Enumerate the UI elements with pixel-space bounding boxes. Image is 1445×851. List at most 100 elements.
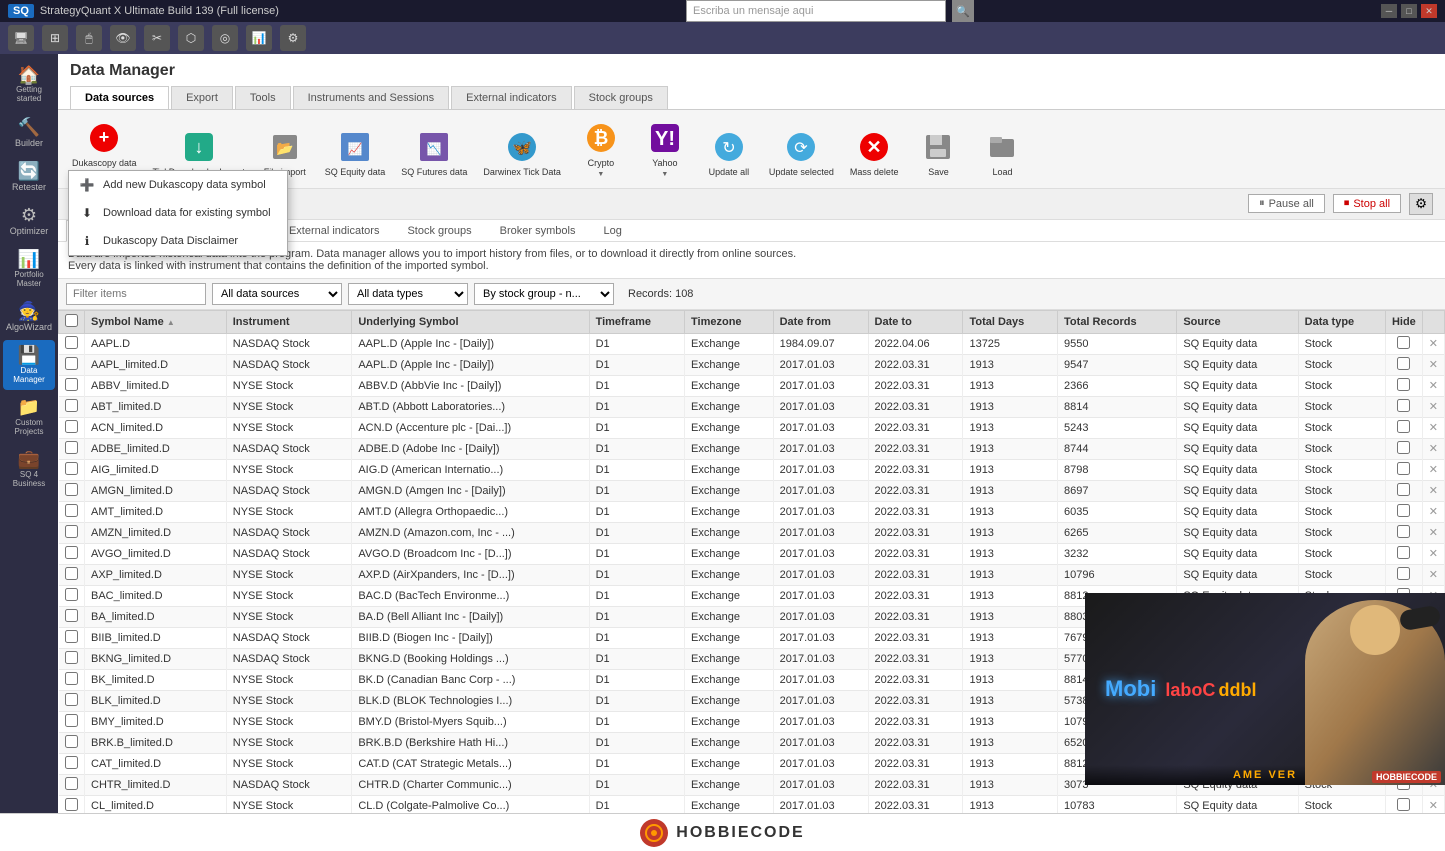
sq-futures-button[interactable]: 📉 SQ Futures data [395,125,473,182]
cell-hide[interactable] [1385,375,1422,396]
tab-stock-groups[interactable]: Stock groups [574,86,668,109]
hide-checkbox[interactable] [1397,525,1410,538]
row-checkbox-cell[interactable] [59,396,85,417]
group-filter[interactable]: By stock group - n... [474,283,614,305]
row-checkbox[interactable] [65,609,78,622]
row-checkbox[interactable] [65,420,78,433]
sidebar-item-sq4-business[interactable]: 💼 SQ 4 Business [3,444,55,494]
toolbar-icon-eye[interactable]: 👁 [110,25,136,51]
filter-input[interactable] [66,283,206,305]
cell-hide[interactable] [1385,354,1422,375]
cell-hide[interactable] [1385,564,1422,585]
sub-tab-external-indicators[interactable]: External indicators [276,220,393,241]
crypto-button[interactable]: ₿ Crypto ▼ [571,116,631,182]
tab-instruments-sessions[interactable]: Instruments and Sessions [293,86,450,109]
cell-delete[interactable]: ✕ [1422,564,1444,585]
dropdown-disclaimer[interactable]: ℹ Dukascopy Data Disclaimer [69,227,287,255]
row-checkbox-cell[interactable] [59,375,85,396]
row-checkbox[interactable] [65,777,78,790]
row-checkbox[interactable] [65,630,78,643]
row-checkbox[interactable] [65,399,78,412]
pause-all-button[interactable]: ⏸ Pause all [1248,194,1325,213]
sidebar-item-custom-projects[interactable]: 📁 Custom Projects [3,392,55,442]
stop-all-button[interactable]: ⏹ Stop all [1333,194,1401,213]
sidebar-item-portfolio-master[interactable]: 📊 Portfolio Master [3,244,55,294]
dropdown-download-existing[interactable]: ⬇ Download data for existing symbol [69,199,287,227]
hide-checkbox[interactable] [1397,546,1410,559]
header-timezone[interactable]: Timezone [685,310,774,333]
cell-delete[interactable]: ✕ [1422,417,1444,438]
hide-checkbox[interactable] [1397,462,1410,475]
sub-tab-broker-symbols[interactable]: Broker symbols [487,220,589,241]
hide-checkbox[interactable] [1397,798,1410,811]
cell-delete[interactable]: ✕ [1422,333,1444,354]
row-checkbox-cell[interactable] [59,354,85,375]
update-selected-button[interactable]: ⟳ Update selected [763,125,840,182]
hide-checkbox[interactable] [1397,399,1410,412]
row-checkbox[interactable] [65,441,78,454]
cell-delete[interactable]: ✕ [1422,501,1444,522]
data-type-filter[interactable]: All data types [348,283,468,305]
cell-delete[interactable]: ✕ [1422,354,1444,375]
header-date-from[interactable]: Date from [773,310,868,333]
hide-checkbox[interactable] [1397,357,1410,370]
toolbar-icon-copy[interactable]: ⊞ [42,25,68,51]
row-checkbox[interactable] [65,483,78,496]
row-checkbox-cell[interactable] [59,459,85,480]
row-checkbox[interactable] [65,525,78,538]
row-checkbox-cell[interactable] [59,774,85,795]
toolbar-icon-target[interactable]: ◎ [212,25,238,51]
row-checkbox-cell[interactable] [59,711,85,732]
row-checkbox-cell[interactable] [59,669,85,690]
toolbar-icon-monitor[interactable]: 🖥 [8,25,34,51]
search-submit-icon[interactable]: 🔍 [952,0,974,22]
cell-hide[interactable] [1385,417,1422,438]
maximize-button[interactable]: □ [1401,4,1417,18]
row-checkbox-cell[interactable] [59,522,85,543]
cell-hide[interactable] [1385,501,1422,522]
row-checkbox-cell[interactable] [59,480,85,501]
sub-tab-log[interactable]: Log [590,220,634,241]
row-checkbox[interactable] [65,798,78,811]
row-checkbox[interactable] [65,378,78,391]
row-checkbox[interactable] [65,336,78,349]
toolbar-icon-network[interactable]: ⬡ [178,25,204,51]
tab-external-indicators[interactable]: External indicators [451,86,572,109]
sidebar-item-data-manager[interactable]: 💾 Data Manager [3,340,55,390]
cell-delete[interactable]: ✕ [1422,795,1444,813]
row-checkbox[interactable] [65,735,78,748]
toolbar-icon-desktop[interactable]: 🖱 [76,25,102,51]
row-checkbox[interactable] [65,651,78,664]
row-checkbox-cell[interactable] [59,333,85,354]
close-button[interactable]: ✕ [1421,4,1437,18]
row-checkbox-cell[interactable] [59,585,85,606]
cell-delete[interactable]: ✕ [1422,480,1444,501]
header-total-days[interactable]: Total Days [963,310,1058,333]
row-checkbox-cell[interactable] [59,438,85,459]
hide-checkbox[interactable] [1397,483,1410,496]
row-checkbox[interactable] [65,672,78,685]
update-all-button[interactable]: ↻ Update all [699,125,759,182]
sq-equity-button[interactable]: 📈 SQ Equity data [319,125,392,182]
row-checkbox[interactable] [65,504,78,517]
cell-hide[interactable] [1385,459,1422,480]
cell-delete[interactable]: ✕ [1422,396,1444,417]
row-checkbox-cell[interactable] [59,648,85,669]
hide-checkbox[interactable] [1397,441,1410,454]
dropdown-add-new[interactable]: ➕ Add new Dukascopy data symbol [69,171,287,199]
sidebar-item-retester[interactable]: 🔄 Retester [3,156,55,198]
cell-hide[interactable] [1385,795,1422,813]
tab-tools[interactable]: Tools [235,86,291,109]
cell-delete[interactable]: ✕ [1422,522,1444,543]
hide-checkbox[interactable] [1397,567,1410,580]
tab-export[interactable]: Export [171,86,233,109]
select-all-checkbox[interactable] [65,314,78,327]
header-underlying[interactable]: Underlying Symbol [352,310,589,333]
row-checkbox[interactable] [65,693,78,706]
row-checkbox-cell[interactable] [59,501,85,522]
row-checkbox-cell[interactable] [59,417,85,438]
header-total-records[interactable]: Total Records [1058,310,1177,333]
hide-checkbox[interactable] [1397,504,1410,517]
data-source-filter[interactable]: All data sources [212,283,342,305]
header-instrument[interactable]: Instrument [226,310,352,333]
